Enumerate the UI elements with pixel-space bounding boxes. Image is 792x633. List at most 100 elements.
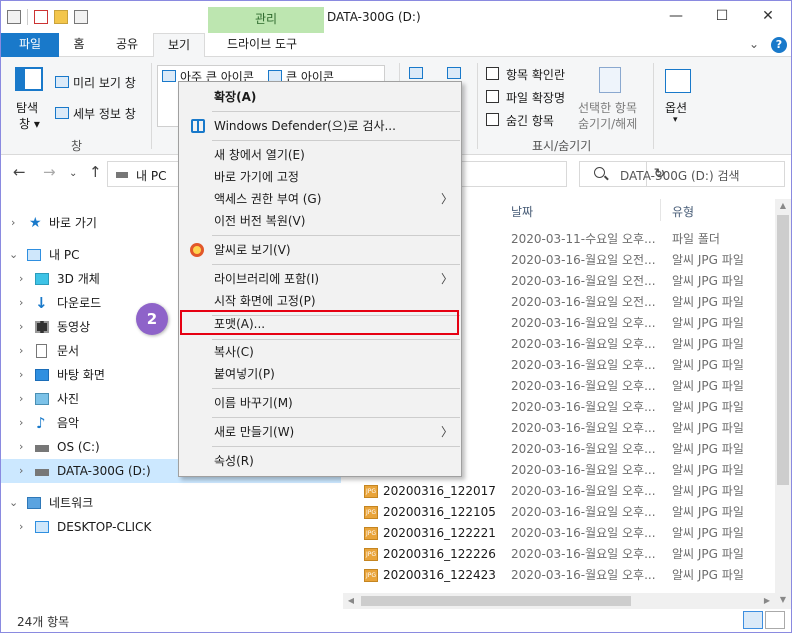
column-type[interactable]: 유형: [672, 203, 694, 220]
file-extensions-checkbox[interactable]: [486, 90, 499, 103]
scroll-right-icon[interactable]: ▶: [759, 596, 775, 605]
menu-item-expand[interactable]: 확장(A): [179, 86, 461, 108]
chevron-right-icon[interactable]: ›: [19, 315, 29, 339]
scroll-thumb[interactable]: [777, 215, 789, 485]
sort-by-icon[interactable]: [409, 67, 423, 79]
jpg-file-icon: JPG: [364, 527, 378, 540]
drive-icon[interactable]: [7, 10, 21, 24]
menu-separator: [212, 417, 460, 418]
file-row[interactable]: JPG 20200316_122017 2020-03-16-월요일 오후... 알씨…: [347, 481, 777, 502]
tab-share[interactable]: 공유: [105, 33, 149, 57]
navigation-pane-icon[interactable]: [15, 67, 43, 91]
address-path[interactable]: 내 PC: [136, 167, 166, 184]
options-icon[interactable]: [665, 69, 691, 93]
item-checkboxes-label[interactable]: 항목 확인란: [506, 66, 565, 83]
chevron-right-icon[interactable]: ›: [19, 435, 29, 459]
menu-item-open-new-window[interactable]: 새 창에서 열기(E): [179, 144, 461, 166]
picture-icon: [35, 393, 49, 405]
new-folder-icon[interactable]: [54, 10, 68, 24]
hidden-items-label[interactable]: 숨긴 항목: [506, 112, 554, 129]
forward-arrow-icon[interactable]: →: [43, 163, 56, 181]
menu-item-paste[interactable]: 붙여넣기(P): [179, 363, 461, 385]
options-button[interactable]: 옵션: [665, 99, 687, 116]
menu-item-include-library[interactable]: 라이브러리에 포함(I) 〉: [179, 268, 461, 290]
menu-item-rename[interactable]: 이름 바꾸기(M): [179, 392, 461, 414]
large-icons-view-icon[interactable]: [765, 611, 785, 629]
minimize-button[interactable]: —: [653, 1, 699, 33]
menu-item-pin-quick-access[interactable]: 바로 가기에 고정: [179, 166, 461, 188]
item-checkboxes-checkbox[interactable]: [486, 67, 499, 80]
hidden-items-checkbox[interactable]: [486, 113, 499, 126]
file-row[interactable]: JPG 20200316_122226 2020-03-16-월요일 오후... 알씨…: [347, 544, 777, 565]
hide-selected-label-1[interactable]: 선택한 항목: [578, 99, 637, 116]
back-arrow-icon[interactable]: ←: [13, 163, 26, 181]
search-input[interactable]: DATA-300G (D:) 검색: [620, 167, 740, 184]
menu-separator: [212, 446, 460, 447]
menu-item-restore-versions[interactable]: 이전 버전 복원(V): [179, 210, 461, 232]
film-icon: [35, 321, 49, 333]
nav-item-network[interactable]: ⌄ 네트워크: [1, 491, 341, 515]
horizontal-scrollbar[interactable]: ◀ ▶: [343, 593, 775, 609]
chevron-right-icon[interactable]: ›: [19, 291, 29, 315]
file-type: 알씨 JPG 파일: [672, 505, 744, 519]
preview-pane-button[interactable]: 미리 보기 창: [73, 74, 136, 91]
menu-item-pin-start[interactable]: 시작 화면에 고정(P): [179, 290, 461, 312]
chevron-right-icon[interactable]: ›: [19, 459, 29, 483]
menu-item-new[interactable]: 새로 만들기(W) 〉: [179, 421, 461, 443]
submenu-arrow-icon: 〉: [441, 425, 454, 439]
file-row[interactable]: JPG 20200316_122105 2020-03-16-월요일 오후... 알씨…: [347, 502, 777, 523]
file-name: 20200316_122226: [383, 547, 496, 561]
navigation-pane-label[interactable]: 탐색: [16, 99, 38, 116]
network-icon: [27, 497, 41, 509]
chevron-right-icon[interactable]: ›: [19, 267, 29, 291]
file-row[interactable]: JPG 20200316_122423 2020-03-16-월요일 오후... 알씨…: [347, 565, 777, 586]
options-dropdown-arrow[interactable]: ▾: [673, 115, 678, 125]
tab-file[interactable]: 파일: [1, 33, 59, 57]
properties-check-icon[interactable]: [34, 10, 48, 24]
tab-home[interactable]: 홈: [59, 33, 99, 57]
scroll-left-icon[interactable]: ◀: [343, 596, 359, 605]
scroll-thumb[interactable]: [361, 596, 631, 606]
file-date: 2020-03-16-월요일 오후...: [511, 337, 656, 351]
help-icon[interactable]: ?: [771, 37, 787, 53]
details-pane-button[interactable]: 세부 정보 창: [73, 105, 136, 122]
chevron-right-icon[interactable]: ›: [19, 363, 29, 387]
chevron-right-icon[interactable]: ›: [11, 211, 21, 235]
file-row[interactable]: JPG 20200316_122221 2020-03-16-월요일 오후... 알씨…: [347, 523, 777, 544]
navigation-pane-label-2[interactable]: 창 ▾: [19, 115, 40, 132]
chevron-down-icon[interactable]: ⌄: [9, 243, 19, 267]
menu-item-alsee-view[interactable]: 알씨로 보기(V): [179, 239, 461, 261]
file-date: 2020-03-16-월요일 오후...: [511, 442, 656, 456]
chevron-right-icon[interactable]: ›: [19, 339, 29, 363]
column-date[interactable]: 날짜: [511, 203, 533, 220]
menu-label: 속성(R): [214, 454, 254, 468]
maximize-button[interactable]: ☐: [699, 1, 745, 33]
chevron-down-icon[interactable]: ⌄: [9, 491, 19, 515]
menu-item-defender[interactable]: Windows Defender(으)로 검사...: [179, 115, 461, 137]
column-separator[interactable]: [660, 199, 661, 221]
nav-item-desktop-click[interactable]: › DESKTOP-CLICK: [1, 515, 341, 539]
menu-item-properties[interactable]: 속성(R): [179, 450, 461, 472]
scroll-up-icon[interactable]: ▲: [775, 201, 791, 210]
menu-item-copy[interactable]: 복사(C): [179, 341, 461, 363]
scroll-down-icon[interactable]: ▼: [775, 595, 791, 604]
chevron-right-icon[interactable]: ›: [19, 411, 29, 435]
file-extensions-label[interactable]: 파일 확장명: [506, 89, 565, 106]
group-by-icon[interactable]: [447, 67, 461, 79]
tab-view[interactable]: 보기: [153, 33, 205, 58]
menu-item-give-access[interactable]: 액세스 권한 부여 (G) 〉: [179, 188, 461, 210]
ribbon-collapse-icon[interactable]: ⌄: [749, 37, 759, 51]
details-view-icon[interactable]: [743, 611, 763, 629]
up-arrow-icon[interactable]: ↑: [89, 163, 102, 181]
context-tab-manage[interactable]: 관리: [208, 7, 324, 33]
chevron-right-icon[interactable]: ›: [19, 515, 29, 539]
chevron-right-icon[interactable]: ›: [19, 387, 29, 411]
qat-dropdown-icon[interactable]: [74, 10, 88, 24]
search-box[interactable]: DATA-300G (D:) 검색: [579, 161, 785, 187]
tab-drive-tools[interactable]: 드라이브 도구: [209, 33, 315, 57]
format-highlight-box: [180, 310, 459, 335]
vertical-scrollbar[interactable]: ▲ ▼: [775, 199, 791, 609]
close-button[interactable]: ✕: [745, 1, 791, 33]
recent-locations-icon[interactable]: ⌄: [69, 168, 77, 179]
hide-selected-label-2[interactable]: 숨기기/해제: [578, 115, 637, 132]
